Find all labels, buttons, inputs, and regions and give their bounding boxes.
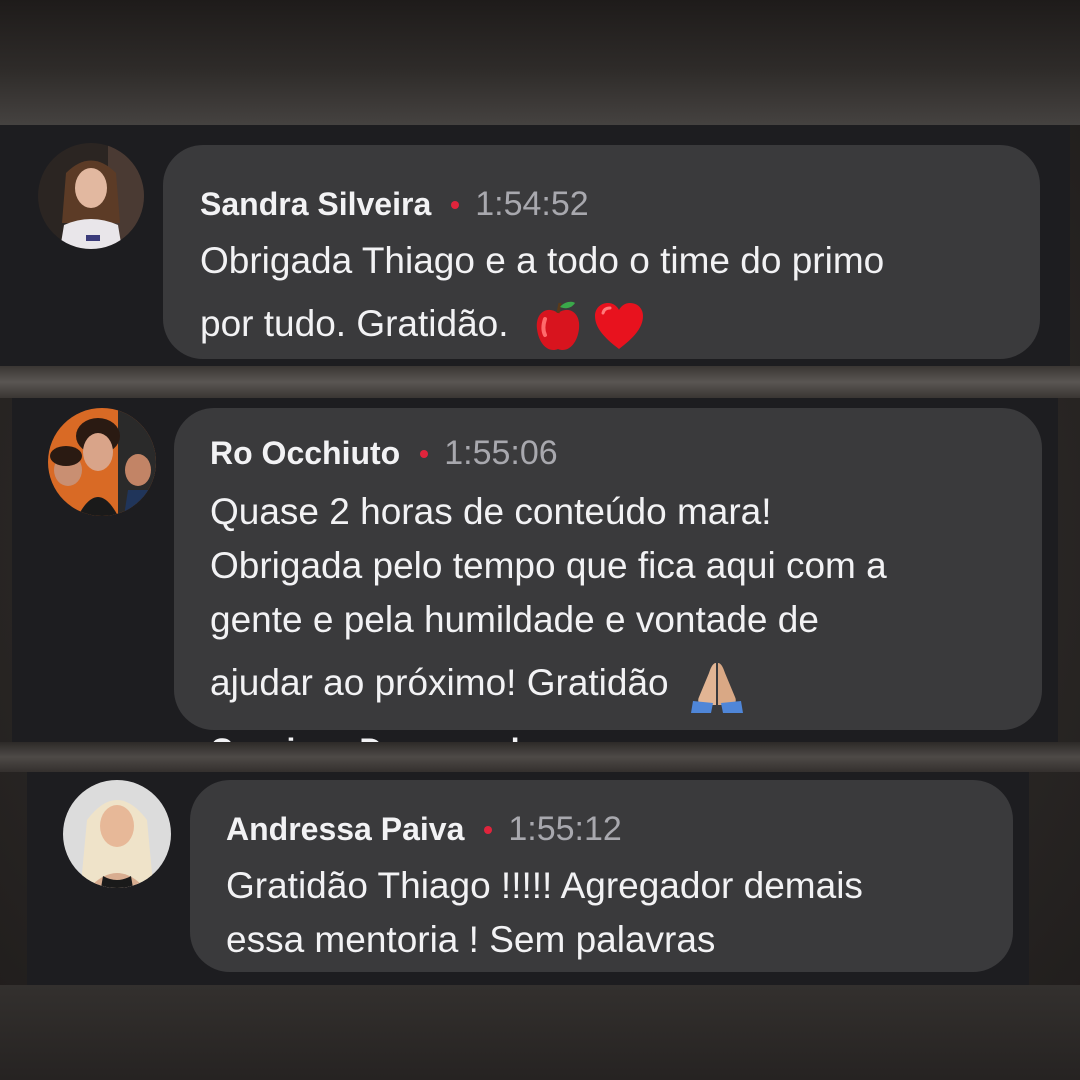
avatar-photo-icon: [38, 143, 144, 249]
folded-hands-icon: [689, 662, 745, 714]
background-bottom-shadow: [0, 985, 1080, 1080]
comment-card: Andressa Paiva 1:55:12 Gratidão Thiago !…: [27, 772, 1029, 985]
background-gap-2: [0, 742, 1080, 772]
comment-text-line: Obrigada Thiago e a todo o time do primo: [200, 240, 885, 281]
comment-timestamp[interactable]: 1:55:12: [508, 810, 621, 849]
separator-dot: [451, 200, 460, 209]
commenter-name[interactable]: Ro Occhiuto: [210, 435, 400, 472]
comment-text-line: gente e pela humildade e vontade de: [210, 599, 819, 640]
separator-dot: [484, 825, 493, 834]
comment-text-line: essa mentoria ! Sem palavras: [226, 919, 716, 960]
comment-header: Ro Occhiuto 1:55:06: [210, 434, 1042, 473]
comment-header: Andressa Paiva 1:55:12: [226, 810, 1013, 849]
background-gap-1: [0, 366, 1080, 398]
separator-dot: [420, 449, 429, 458]
comment-text-line: ajudar ao próximo! Gratidão: [210, 651, 1042, 715]
comment-card: Sandra Silveira 1:54:52 Obrigada Thiago …: [0, 125, 1070, 366]
commenter-name[interactable]: Sandra Silveira: [200, 186, 431, 223]
avatar[interactable]: [48, 408, 156, 516]
red-heart-icon: [593, 303, 645, 350]
comment-text-line: Gratidão Thiago !!!!! Agregador demais: [226, 865, 863, 906]
comment-text-segment: ajudar ao próximo! Gratidão: [210, 662, 669, 703]
background-top-shadow: [0, 0, 1080, 125]
comment-text-segment: por tudo. Gratidão.: [200, 303, 509, 344]
avatar-photo-icon: [48, 408, 156, 516]
comment-bubble: Sandra Silveira 1:54:52 Obrigada Thiago …: [163, 145, 1040, 359]
avatar-photo-icon: [63, 780, 171, 888]
comment-header: Sandra Silveira 1:54:52: [200, 185, 1040, 224]
commenter-name[interactable]: Andressa Paiva: [226, 811, 464, 848]
comment-bubble: Ro Occhiuto 1:55:06 Quase 2 horas de con…: [174, 408, 1042, 730]
next-comment-name-clipped: Cassiane Damasceda: [210, 732, 537, 742]
avatar[interactable]: [38, 143, 144, 249]
comment-text-line: Obrigada pelo tempo que fica aqui com a: [210, 545, 887, 586]
comment-bubble: Andressa Paiva 1:55:12 Gratidão Thiago !…: [190, 780, 1013, 972]
comment-text-line: por tudo. Gratidão.: [200, 294, 1040, 354]
red-apple-icon: [533, 302, 593, 351]
comment-card: Ro Occhiuto 1:55:06 Quase 2 horas de con…: [12, 398, 1058, 742]
comment-text-line: Quase 2 horas de conteúdo mara!: [210, 491, 772, 532]
comment-timestamp[interactable]: 1:54:52: [475, 185, 588, 224]
comment-timestamp[interactable]: 1:55:06: [444, 434, 557, 473]
avatar[interactable]: [63, 780, 171, 888]
